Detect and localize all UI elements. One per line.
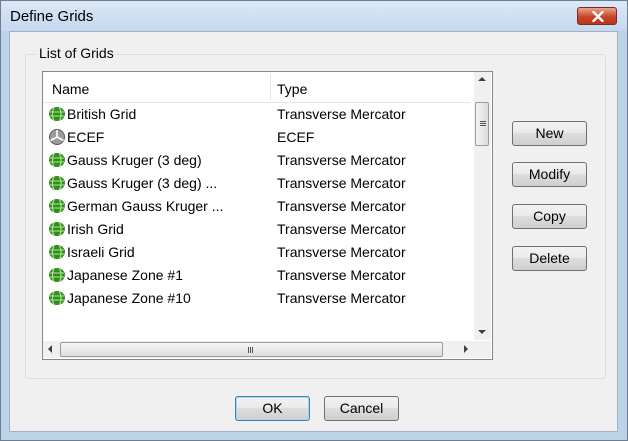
- scroll-right-arrow-icon[interactable]: [464, 345, 468, 353]
- define-grids-dialog: Define Grids List of Grids Name Type Bri…: [0, 0, 628, 441]
- list-item-type: Transverse Mercator: [277, 221, 406, 237]
- close-icon: [592, 11, 604, 22]
- list-item-type: Transverse Mercator: [277, 244, 406, 260]
- grid-globe-icon: [49, 291, 65, 306]
- grids-list[interactable]: Name Type British Grid Transverse Mercat…: [42, 71, 493, 360]
- close-button[interactable]: [577, 7, 617, 25]
- cancel-button[interactable]: Cancel: [324, 396, 399, 421]
- scroll-up-arrow-icon[interactable]: [478, 77, 486, 81]
- grid-globe-icon: [49, 268, 65, 283]
- dialog-client-area: List of Grids Name Type British Grid Tra…: [9, 31, 618, 432]
- list-item-name: Japanese Zone #1: [67, 267, 183, 283]
- list-rows: British Grid Transverse Mercator ECEF EC…: [43, 103, 470, 340]
- new-button[interactable]: New: [512, 121, 587, 146]
- group-label: List of Grids: [36, 45, 117, 61]
- scroll-down-arrow-icon[interactable]: [478, 330, 486, 334]
- scroll-left-arrow-icon[interactable]: [48, 345, 52, 353]
- grids-groupbox: List of Grids Name Type British Grid Tra…: [25, 45, 606, 379]
- column-divider[interactable]: [270, 74, 271, 100]
- list-item-name: Israeli Grid: [67, 244, 135, 260]
- vertical-scrollbar[interactable]: [474, 72, 491, 340]
- horizontal-scroll-thumb[interactable]: [60, 342, 443, 357]
- list-item-name: British Grid: [67, 106, 137, 122]
- copy-button[interactable]: Copy: [512, 204, 587, 229]
- list-item-type: Transverse Mercator: [277, 106, 406, 122]
- list-item-name: Gauss Kruger (3 deg): [67, 152, 202, 168]
- list-item-name: German Gauss Kruger ...: [67, 198, 224, 214]
- list-item[interactable]: Gauss Kruger (3 deg) ... Transverse Merc…: [43, 172, 470, 195]
- list-item[interactable]: Japanese Zone #10 Transverse Mercator: [43, 287, 470, 310]
- grid-globe-icon: [49, 107, 65, 122]
- list-item[interactable]: ECEF ECEF: [43, 126, 470, 149]
- grid-globe-icon: [49, 153, 65, 168]
- list-item-type: Transverse Mercator: [277, 290, 406, 306]
- grip-line: [252, 347, 253, 353]
- grip-line: [480, 121, 486, 122]
- list-item[interactable]: British Grid Transverse Mercator: [43, 103, 470, 126]
- delete-button[interactable]: Delete: [512, 246, 587, 271]
- list-item-type: Transverse Mercator: [277, 152, 406, 168]
- grip-line: [248, 347, 249, 353]
- grid-globe-icon: [49, 199, 65, 214]
- vertical-scroll-thumb[interactable]: [475, 102, 489, 146]
- title-bar[interactable]: Define Grids: [1, 1, 627, 31]
- grid-globe-icon: [49, 245, 65, 260]
- list-item[interactable]: Israeli Grid Transverse Mercator: [43, 241, 470, 264]
- ecef-axes-icon: [49, 129, 65, 145]
- list-item[interactable]: Gauss Kruger (3 deg) Transverse Mercator: [43, 149, 470, 172]
- column-header-name[interactable]: Name: [52, 81, 89, 97]
- window-title: Define Grids: [10, 8, 94, 25]
- column-header-type[interactable]: Type: [277, 81, 307, 97]
- list-item[interactable]: Japanese Zone #1 Transverse Mercator: [43, 264, 470, 287]
- grip-line: [250, 347, 251, 353]
- list-item-name: Japanese Zone #10: [67, 290, 191, 306]
- list-header: Name Type: [43, 72, 470, 103]
- horizontal-scrollbar[interactable]: [43, 341, 474, 358]
- list-item[interactable]: German Gauss Kruger ... Transverse Merca…: [43, 195, 470, 218]
- list-item-type: Transverse Mercator: [277, 175, 406, 191]
- grip-line: [480, 123, 486, 124]
- list-item-name: ECEF: [67, 129, 105, 145]
- grip-line: [480, 125, 486, 126]
- list-item-name: Irish Grid: [67, 221, 124, 237]
- list-item-type: Transverse Mercator: [277, 267, 406, 283]
- list-item-name: Gauss Kruger (3 deg) ...: [67, 175, 218, 191]
- grid-globe-icon: [49, 176, 65, 191]
- list-item-type: ECEF: [277, 129, 315, 145]
- ok-button[interactable]: OK: [235, 396, 310, 421]
- modify-button[interactable]: Modify: [512, 162, 587, 187]
- list-item-type: Transverse Mercator: [277, 198, 406, 214]
- grid-globe-icon: [49, 222, 65, 237]
- list-item[interactable]: Irish Grid Transverse Mercator: [43, 218, 470, 241]
- scrollbar-corner: [474, 341, 491, 358]
